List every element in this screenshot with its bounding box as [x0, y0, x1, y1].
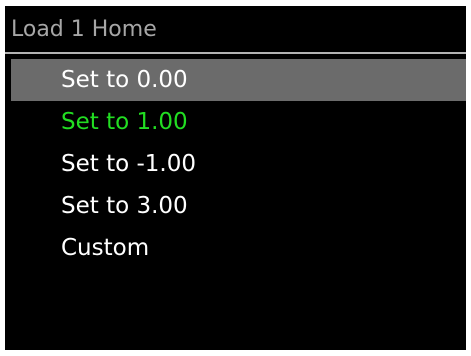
- menu-item-label: Set to 1.00: [61, 109, 188, 135]
- menu-item-label: Set to 0.00: [61, 67, 188, 93]
- menu-item-label: Set to -1.00: [61, 151, 196, 177]
- menu-item-label: Set to 3.00: [61, 193, 188, 219]
- screen-title: Load 1 Home: [11, 17, 157, 42]
- menu-item-label: Custom: [61, 235, 150, 261]
- title-divider: [5, 52, 466, 54]
- menu-item-set-neg-1[interactable]: Set to -1.00: [11, 143, 466, 185]
- menu-item-custom[interactable]: Custom: [11, 227, 466, 269]
- menu-list: Set to 0.00 Set to 1.00 Set to -1.00 Set…: [11, 59, 466, 269]
- menu-item-set-1[interactable]: Set to 1.00: [11, 101, 466, 143]
- device-screen: Load 1 Home Set to 0.00 Set to 1.00 Set …: [5, 6, 466, 350]
- menu-item-set-0[interactable]: Set to 0.00: [11, 59, 466, 101]
- title-bar: Load 1 Home: [5, 6, 466, 51]
- menu-item-set-3[interactable]: Set to 3.00: [11, 185, 466, 227]
